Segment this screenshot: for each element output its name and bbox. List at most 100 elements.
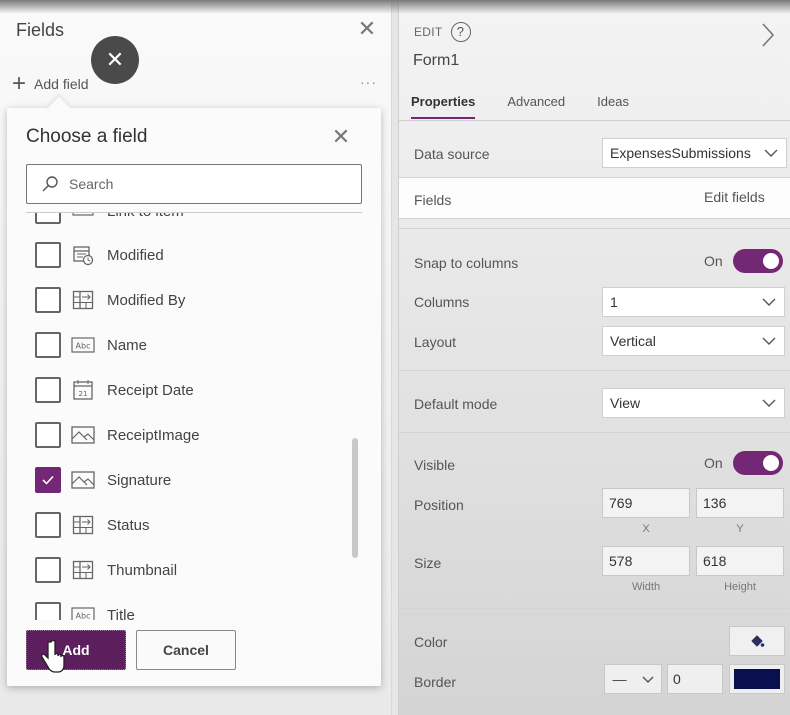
field-list-item[interactable]: Thumbnail bbox=[35, 556, 177, 584]
choose-field-popup: Choose a field ✕ Link to item Modified Mod… bbox=[7, 108, 381, 686]
divider bbox=[399, 228, 790, 229]
layout-value: Vertical bbox=[610, 333, 656, 349]
default-mode-dropdown[interactable]: View bbox=[602, 388, 785, 418]
snap-toggle-state: On bbox=[704, 253, 723, 269]
field-list-item[interactable]: Modified bbox=[35, 241, 164, 269]
plus-icon: + bbox=[12, 70, 27, 97]
image-field-icon bbox=[71, 468, 95, 492]
edit-fields-link[interactable]: Edit fields bbox=[704, 189, 765, 205]
field-checkbox[interactable] bbox=[35, 467, 61, 493]
add-field-button[interactable]: + Add field bbox=[12, 70, 89, 97]
list-scrollbar[interactable] bbox=[352, 438, 358, 558]
y-caption: Y bbox=[736, 523, 744, 535]
svg-text:Abc: Abc bbox=[76, 342, 91, 351]
field-checkbox[interactable] bbox=[35, 287, 61, 313]
more-options-icon[interactable]: ··· bbox=[360, 74, 377, 90]
lookup-field-icon bbox=[71, 513, 95, 537]
divider bbox=[399, 608, 790, 609]
field-checkbox[interactable] bbox=[35, 512, 61, 538]
data-source-dropdown[interactable]: ExpensesSubmissions bbox=[602, 138, 787, 168]
popup-title: Choose a field bbox=[26, 126, 148, 147]
lookup-field-icon bbox=[71, 558, 95, 582]
height-caption: Height bbox=[724, 581, 756, 593]
field-label: Signature bbox=[107, 471, 172, 489]
field-list-item[interactable]: Status bbox=[35, 511, 150, 539]
size-label: Size bbox=[414, 555, 442, 571]
field-list-item[interactable]: Modified By bbox=[35, 286, 185, 314]
position-x-input[interactable]: 769 bbox=[602, 488, 690, 518]
field-label: Link to item bbox=[107, 213, 184, 220]
field-list-item[interactable]: Abc Name bbox=[35, 331, 147, 359]
field-list-item[interactable]: Signature bbox=[35, 466, 171, 494]
tab-ideas[interactable]: Ideas bbox=[597, 94, 629, 119]
border-label: Border bbox=[414, 674, 457, 690]
columns-label: Columns bbox=[414, 294, 470, 310]
default-mode-value: View bbox=[610, 395, 641, 411]
field-list: Link to item Modified Modified By Abc Name 21… bbox=[7, 213, 381, 620]
search-box[interactable] bbox=[26, 164, 362, 204]
field-checkbox[interactable] bbox=[35, 332, 61, 358]
tab-properties[interactable]: Properties bbox=[411, 94, 476, 119]
divider bbox=[399, 432, 790, 433]
field-checkbox[interactable] bbox=[35, 377, 61, 403]
border-style-dropdown[interactable]: — bbox=[604, 664, 662, 694]
close-icon[interactable]: ✕ bbox=[356, 18, 378, 40]
fields-panel-title: Fields bbox=[16, 20, 65, 40]
field-checkbox[interactable] bbox=[35, 422, 61, 448]
field-label: Modified bbox=[107, 246, 164, 264]
layout-label: Layout bbox=[414, 334, 457, 350]
visible-toggle-state: On bbox=[704, 455, 723, 471]
paint-bucket-icon bbox=[751, 635, 765, 647]
field-label: Status bbox=[107, 516, 150, 534]
chevron-down-icon bbox=[642, 676, 653, 683]
border-style-value: — bbox=[612, 671, 627, 687]
snap-label: Snap to columns bbox=[414, 255, 519, 271]
cancel-button[interactable]: Cancel bbox=[136, 630, 236, 670]
columns-value: 1 bbox=[610, 294, 618, 310]
field-list-item[interactable]: ReceiptImage bbox=[35, 421, 200, 449]
edit-label: EDIT bbox=[414, 25, 443, 39]
help-icon[interactable]: ? bbox=[450, 22, 471, 42]
svg-text:21: 21 bbox=[79, 390, 88, 398]
field-checkbox[interactable] bbox=[35, 557, 61, 583]
edit-header: EDIT ? bbox=[414, 22, 471, 42]
chevron-right-icon[interactable] bbox=[761, 22, 775, 48]
field-label: Receipt Date bbox=[107, 381, 194, 399]
field-label: Thumbnail bbox=[107, 561, 178, 579]
search-icon bbox=[42, 176, 58, 192]
width-input[interactable]: 578 bbox=[602, 546, 690, 576]
border-color-picker[interactable] bbox=[729, 664, 785, 694]
field-checkbox[interactable] bbox=[35, 242, 61, 268]
field-checkbox[interactable] bbox=[35, 602, 61, 620]
chevron-down-icon bbox=[764, 149, 778, 157]
tab-advanced[interactable]: Advanced bbox=[507, 94, 565, 119]
divider bbox=[399, 218, 790, 219]
field-label: Title bbox=[107, 606, 135, 621]
search-input[interactable] bbox=[69, 176, 329, 192]
chevron-down-icon bbox=[762, 399, 776, 407]
layout-dropdown[interactable]: Vertical bbox=[602, 326, 785, 356]
visible-toggle[interactable] bbox=[732, 451, 783, 475]
data-source-label: Data source bbox=[414, 146, 490, 162]
field-list-item[interactable]: Abc Title bbox=[35, 601, 135, 620]
color-picker-button[interactable] bbox=[729, 626, 785, 656]
data-source-value: ExpensesSubmissions bbox=[610, 145, 751, 161]
field-list-item[interactable]: 21 Receipt Date bbox=[35, 376, 194, 404]
properties-panel: EDIT ? Form1 Properties Advanced Ideas D… bbox=[398, 0, 790, 715]
border-color-swatch bbox=[734, 669, 780, 689]
field-checkbox[interactable] bbox=[35, 213, 61, 224]
snap-toggle[interactable] bbox=[732, 249, 783, 273]
height-input[interactable]: 618 bbox=[696, 546, 784, 576]
popup-close-icon[interactable]: ✕ bbox=[329, 124, 353, 150]
overlay-close-icon[interactable]: ✕ bbox=[91, 36, 139, 84]
position-y-input[interactable]: 136 bbox=[696, 488, 784, 518]
field-list-item[interactable]: Link to item bbox=[35, 213, 184, 225]
columns-dropdown[interactable]: 1 bbox=[602, 287, 785, 317]
fields-label: Fields bbox=[414, 192, 452, 208]
border-width-input[interactable]: 0 bbox=[667, 664, 723, 694]
datetime-field-icon bbox=[71, 243, 95, 267]
width-caption: Width bbox=[631, 581, 661, 593]
visible-label: Visible bbox=[414, 457, 455, 473]
fields-panel: Fields ✕ + Add field ··· ✕ Choose a fiel… bbox=[0, 0, 392, 715]
checkmark-icon bbox=[42, 475, 54, 485]
